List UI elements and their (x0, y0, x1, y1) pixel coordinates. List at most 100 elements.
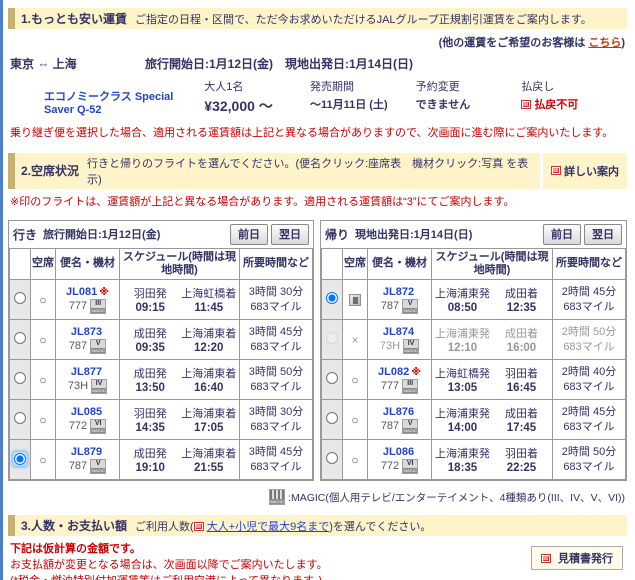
arrival-time: 11:45 (194, 302, 224, 315)
estimate-note-2: お支払額が変更となる場合は、次画面以降でご案内いたします。 (10, 558, 328, 571)
going-title: 行き (13, 227, 38, 242)
seat-status: ○ (30, 359, 56, 401)
going-flight-row: ○ JL873 787 V MAGIC 成田発 09:35 上海浦東着 12:20 3時… (9, 319, 313, 361)
passenger-limit-link[interactable]: 大人+小児で最大9名まで (207, 521, 330, 533)
aircraft-link[interactable]: 787 (69, 460, 87, 472)
section3-title: 3.人数・お支払い額 (21, 519, 128, 534)
aircraft-link[interactable]: 787 (69, 340, 87, 352)
return-flight-row: ○ JL082 ※ 777 III MAGIC 上海虹橋発 13:05 羽田着 16:45… (321, 359, 626, 401)
section2-header: 2.空席状況 行きと帰りのフライトを選んでください。(便名クリック:座席表 機材… (8, 152, 627, 189)
seat-status: ○ (30, 439, 56, 481)
return-flight-radio[interactable] (326, 332, 338, 345)
going-flight-radio[interactable] (14, 452, 26, 465)
popup-window-icon (193, 521, 204, 531)
going-flight-radio[interactable] (14, 412, 26, 425)
popup-window-icon (551, 166, 561, 176)
seat-status: ○ (342, 399, 368, 441)
fare-class-link[interactable]: エコノミークラス Special Saver Q-52 (44, 91, 173, 116)
flight-number-link[interactable]: JL876 (383, 406, 414, 418)
page-left-border (0, 0, 3, 580)
popup-window-icon (541, 553, 551, 563)
going-next-day-button[interactable]: 翌日 (271, 223, 309, 245)
other-fare-link[interactable]: こちら (588, 37, 621, 49)
asterisk-flight-note: ※印のフライトは、運賃額が上記と異なる場合があります。適用される運賃額は“3”に… (10, 195, 515, 208)
going-flight-row-selected: ○ JL879 787 V MAGIC 成田発 19:10 上海浦東着 21:55 3時… (9, 439, 313, 481)
return-flight-row: ○ JL086 772 VI MAGIC 上海浦東発 18:35 羽田着 22:25 2… (321, 439, 626, 481)
refund-label: 払戻し (521, 81, 555, 93)
flight-number-link[interactable]: JL877 (71, 366, 102, 378)
return-date: 現地出発日:1月14日(日) (355, 229, 473, 242)
going-flight-row: ○ JL081 ※ 777 III MAGIC 羽田発 09:15 上海虹橋着 11:45… (9, 279, 313, 321)
arrival-airport: 上海虹橋着 (181, 288, 237, 301)
going-header-row: 空席 便名・機材 スケジュール(時間は現地時間) 所要時間など (9, 247, 313, 281)
magic-entertainment-icon: MAGIC (269, 489, 286, 506)
going-flight-radio[interactable] (14, 332, 26, 345)
sale-period-label: 発売期間 (309, 81, 354, 93)
aircraft-link[interactable]: 777 (69, 300, 87, 312)
transfer-note: 乗り継ぎ便を選択した場合、適用される運賃額は上記と異なる場合がありますので、次画… (10, 127, 614, 139)
return-prev-day-button[interactable]: 前日 (543, 223, 581, 245)
section3-description: ご利用人数(大人+小児で最大9名まで)を選んでください。 (135, 520, 432, 533)
aircraft-link[interactable]: 73H (380, 340, 400, 352)
route-label: 東京 ⇔ 上海 (10, 57, 77, 71)
section3-accent-bar (8, 515, 15, 537)
seat-status: × (342, 319, 368, 361)
return-flight-radio[interactable] (326, 372, 338, 385)
flight-number-link[interactable]: JL879 (71, 446, 102, 458)
section1-accent-bar (8, 8, 15, 29)
aircraft-link[interactable]: 772 (381, 460, 399, 472)
estimate-note-3: (*税金・燃油特別付加運賃等はご利用空港によって異なります。) (8, 573, 531, 580)
flight-number-link[interactable]: JL082 (378, 366, 409, 378)
flight-number-link[interactable]: JL874 (383, 326, 414, 338)
detail-guide-link[interactable]: 詳しい案内 (564, 163, 619, 179)
return-flight-radio[interactable] (326, 412, 338, 425)
flight-number-link[interactable]: JL873 (71, 326, 102, 338)
travel-dates: 旅行開始日:1月12日(金) 現地出発日:1月14日(日) (145, 57, 414, 71)
magic-entertainment-icon: III MAGIC (90, 298, 107, 314)
change-value: できません (415, 99, 471, 111)
change-label: 予約変更 (415, 81, 460, 93)
flight-number-link[interactable]: JL085 (71, 406, 102, 418)
flight-number-link[interactable]: JL081 (66, 286, 97, 298)
return-flight-row-selected: JL872 787 V MAGIC 上海浦東発 08:50 成田着 12:35 2時間 … (321, 279, 626, 321)
return-flight-row-unavailable: × JL874 73H IV MAGIC 上海浦東発 12:10 成田着 16:00 2… (321, 319, 626, 361)
fare-summary: エコノミークラス Special Saver Q-52 大人1名 ¥32,000… (8, 74, 627, 122)
seat-status: ○ (30, 319, 56, 361)
flight-duration: 3時間 30分 (248, 286, 304, 299)
section1-header: 1.もっとも安い運賃 ご指定の日程・区間で、ただ今お求めいただけるJALグループ… (8, 8, 627, 29)
return-flight-radio[interactable] (326, 292, 338, 305)
aircraft-link[interactable]: 787 (381, 300, 399, 312)
seat-status: ○ (30, 279, 56, 321)
magic-entertainment-icon: IV MAGIC (91, 378, 108, 394)
going-flight-radio[interactable] (14, 372, 26, 385)
departure-airport: 羽田発 (133, 288, 167, 301)
section1-title: 1.もっとも安い運賃 (21, 12, 128, 26)
return-next-day-button[interactable]: 翌日 (584, 223, 622, 245)
aircraft-link[interactable]: 787 (381, 420, 399, 432)
magic-entertainment-icon: VI MAGIC (90, 418, 107, 434)
aircraft-link[interactable]: 777 (381, 380, 399, 392)
flight-number-link[interactable]: JL086 (383, 446, 414, 458)
return-title: 帰り (325, 227, 350, 242)
magic-entertainment-icon: III MAGIC (402, 378, 419, 394)
section2-description: 行きと帰りのフライトを選んでください。(便名クリック:座席表 機材クリック:写真… (87, 157, 529, 186)
going-flight-radio[interactable] (14, 292, 26, 305)
going-prev-day-button[interactable]: 前日 (230, 223, 268, 245)
magic-legend: MAGIC :MAGIC(個人用テレビ/エンターテイメント、4種類あり(III、… (8, 481, 627, 515)
seat-status-image-icon (349, 294, 361, 307)
other-fare-note: (他の運賃をご希望のお客様は こちら) (438, 37, 625, 49)
flight-miles: 683マイル (250, 300, 302, 313)
magic-entertainment-icon: IV MAGIC (403, 338, 420, 354)
section1-description: ご指定の日程・区間で、ただ今お求めいただけるJALグループ正規割引運賃をご案内し… (135, 13, 592, 26)
seat-status: ○ (342, 359, 368, 401)
magic-legend-text: :MAGIC(個人用テレビ/エンターテイメント、4種類あり(III、IV、V、V… (288, 491, 625, 504)
seat-status: ○ (30, 399, 56, 441)
issue-estimate-button[interactable]: 見積書発行 (531, 546, 623, 571)
fare-differs-mark: ※ (99, 286, 109, 298)
aircraft-link[interactable]: 73H (68, 380, 88, 392)
flight-number-link[interactable]: JL872 (383, 286, 414, 298)
popup-window-icon (521, 100, 532, 109)
aircraft-link[interactable]: 772 (69, 420, 87, 432)
section2-accent-bar (8, 152, 15, 189)
return-flight-radio[interactable] (326, 452, 338, 465)
